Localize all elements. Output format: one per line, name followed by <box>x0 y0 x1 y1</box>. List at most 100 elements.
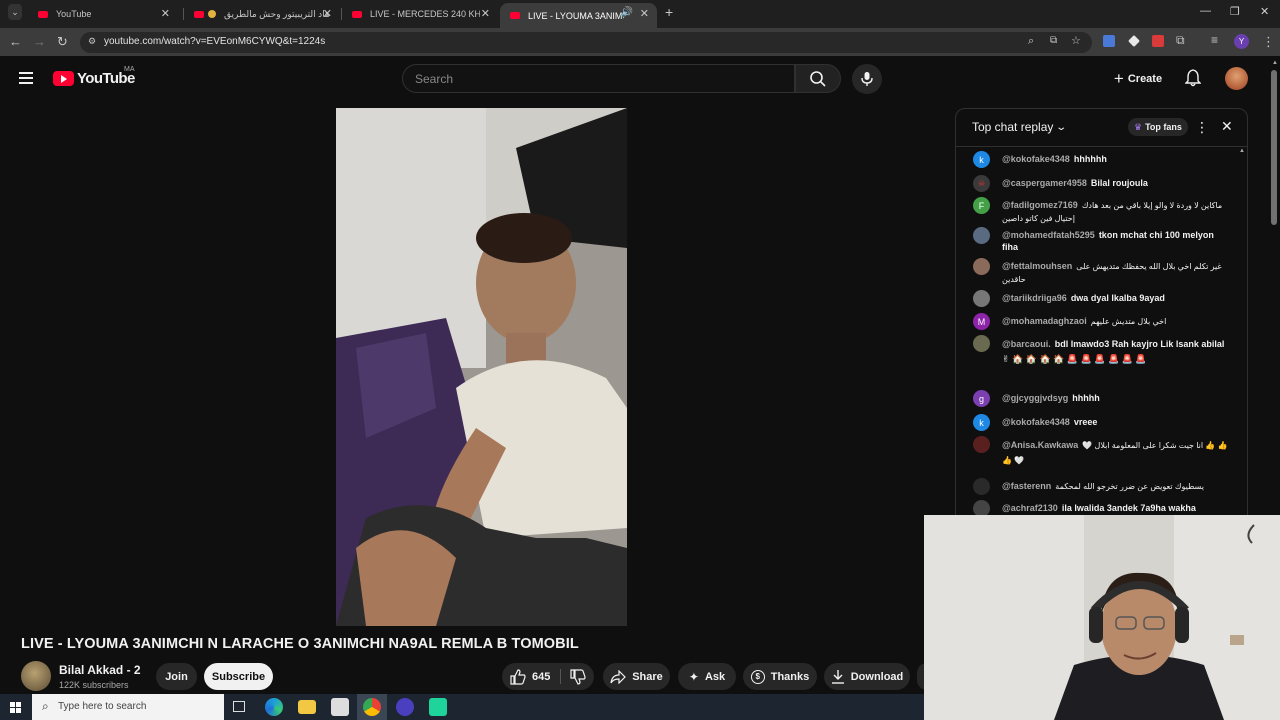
tab-close-icon[interactable]: ✕ <box>323 7 332 20</box>
author-name[interactable]: @gjcyggjvdsyg <box>1002 393 1068 403</box>
tab-close-icon[interactable]: ✕ <box>481 7 490 20</box>
like-button[interactable]: 645 <box>510 668 550 685</box>
video-player[interactable] <box>336 108 627 626</box>
create-button[interactable]: + Create <box>1102 65 1174 92</box>
windows-taskbar: ⌕ Type here to search <box>0 694 924 720</box>
author-name[interactable]: @fettalmouhsen <box>1002 261 1072 271</box>
task-view-icon[interactable] <box>233 701 245 712</box>
notifications-bell-icon[interactable] <box>1184 69 1202 92</box>
speaker-icon[interactable]: 🔊 <box>621 7 633 18</box>
edge-app-icon[interactable] <box>265 698 283 716</box>
tab-search-icon[interactable]: ⌄ <box>8 4 22 20</box>
chat-close-icon[interactable]: ✕ <box>1221 118 1233 135</box>
author-name[interactable]: @barcaoui. <box>1002 339 1051 349</box>
author-avatar[interactable]: g <box>973 390 990 407</box>
page-scrollbar[interactable]: ▲ <box>1270 60 1278 230</box>
author-name[interactable]: @mohamadaghzaoi <box>1002 316 1087 326</box>
back-icon[interactable]: ← <box>9 34 22 49</box>
author-name[interactable]: @caspergamer4958 <box>1002 178 1087 188</box>
chat-title: Top chat replay <box>972 120 1054 134</box>
author-name[interactable]: @tariikdriiga96 <box>1002 293 1067 303</box>
download-button[interactable]: Download <box>824 663 910 690</box>
author-avatar[interactable]: k <box>973 151 990 168</box>
search-button[interactable] <box>795 64 841 93</box>
chat-scroll-up-icon[interactable]: ▲ <box>1239 148 1245 154</box>
author-avatar[interactable] <box>973 227 990 244</box>
extension-diamond-icon[interactable] <box>1128 35 1140 47</box>
author-avatar[interactable]: ☠ <box>973 175 990 192</box>
message-text: Bilal roujoula <box>1090 178 1148 188</box>
tab-title: LIVE - LYOUMA 3ANIMCHI N <box>528 10 624 21</box>
chrome-app-icon[interactable] <box>363 698 381 716</box>
windows-start-icon[interactable] <box>10 702 21 713</box>
forward-icon[interactable]: → <box>33 34 46 49</box>
zoom-icon[interactable]: ⌕ <box>1028 35 1034 48</box>
tab-video-active[interactable]: LIVE - LYOUMA 3ANIMCHI N 🔊 ✕ <box>500 3 657 28</box>
obs-app-icon[interactable] <box>396 698 414 716</box>
youtube-favicon-icon <box>194 10 204 18</box>
author-avatar[interactable] <box>973 258 990 275</box>
author-name[interactable]: @fadilgomez7169 <box>1002 200 1078 210</box>
chat-mode-dropdown[interactable]: Top chat replay ⌄ <box>972 120 1067 134</box>
author-name[interactable]: @kokofake4348 <box>1002 417 1070 427</box>
join-button[interactable]: Join <box>156 663 197 690</box>
microsoft-store-icon[interactable] <box>331 698 349 716</box>
author-name[interactable]: @mohamedfatah5295 <box>1002 230 1095 240</box>
emoji-favicon-icon <box>208 10 216 18</box>
bookmark-star-icon[interactable]: ☆ <box>1071 34 1081 47</box>
reading-list-icon[interactable]: ≡ <box>1211 33 1218 47</box>
browser-menu-icon[interactable]: ⋮ <box>1262 34 1275 50</box>
author-avatar[interactable]: M <box>973 313 990 330</box>
voice-search-button[interactable] <box>852 64 882 94</box>
author-avatar[interactable] <box>973 290 990 307</box>
window-close-icon[interactable]: ✕ <box>1260 5 1269 18</box>
channel-name[interactable]: Bilal Akkad - 2 <box>59 663 141 677</box>
extensions-puzzle-icon[interactable]: ⧉ <box>1176 33 1185 48</box>
minimize-icon[interactable]: — <box>1200 5 1211 17</box>
ask-button[interactable]: ✦ Ask <box>678 663 736 690</box>
restore-icon[interactable]: ❐ <box>1230 5 1240 18</box>
author-avatar[interactable] <box>973 335 990 352</box>
site-info-icon[interactable]: ⚙ <box>88 36 96 47</box>
share-button[interactable]: Share <box>603 663 670 690</box>
search-input[interactable]: Search <box>402 64 795 93</box>
address-bar[interactable]: ⚙ youtube.com/watch?v=EVEonM6CYWQ&t=1224… <box>80 32 1092 53</box>
youtube-favicon-icon <box>510 12 520 19</box>
subscribe-button[interactable]: Subscribe <box>204 663 273 690</box>
author-avatar[interactable]: k <box>973 414 990 431</box>
message-text: dwa dyal lkalba 9ayad <box>1070 293 1165 303</box>
author-name[interactable]: @achraf2130 <box>1002 503 1058 513</box>
account-avatar[interactable] <box>1225 67 1248 90</box>
file-explorer-icon[interactable] <box>298 700 316 714</box>
chat-message: k @kokofake4348 hhhhhh <box>973 151 1223 168</box>
tab-youtube[interactable]: YouTube ✕ <box>28 3 178 25</box>
new-tab-icon[interactable]: + <box>665 4 673 20</box>
top-fans-button[interactable]: ♛ Top fans <box>1128 118 1188 136</box>
author-avatar[interactable] <box>973 478 990 495</box>
video-title: LIVE - LYOUMA 3ANIMCHI N LARACHE O 3ANIM… <box>21 636 579 652</box>
thumbs-down-icon[interactable] <box>570 669 586 685</box>
author-name[interactable]: @fasterenn <box>1002 481 1051 491</box>
taskbar-search-box[interactable]: ⌕ Type here to search <box>32 694 224 720</box>
thanks-button[interactable]: $ Thanks <box>743 663 817 690</box>
extension-red-icon[interactable] <box>1152 35 1164 47</box>
channel-avatar[interactable] <box>21 661 51 691</box>
translate-extension-icon[interactable] <box>1103 35 1115 47</box>
chat-more-icon[interactable]: ⋮ <box>1195 119 1209 136</box>
profile-avatar[interactable]: Y <box>1234 34 1249 49</box>
youtube-logo[interactable]: YouTube <box>53 70 135 87</box>
author-avatar[interactable]: F <box>973 197 990 214</box>
author-name[interactable]: @Anisa.Kawkawa <box>1002 440 1078 450</box>
tab-video-2[interactable]: هاد التريبيتور وحش مالطريق ✕ <box>184 3 340 25</box>
tab-video-3[interactable]: LIVE - MERCEDES 240 KHADAM ✕ <box>342 3 498 25</box>
author-name[interactable]: @kokofake4348 <box>1002 154 1070 164</box>
url-text[interactable]: youtube.com/watch?v=EVEonM6CYWQ&t=1224s <box>104 36 325 47</box>
tab-close-icon[interactable]: ✕ <box>161 7 170 20</box>
streaming-app-icon[interactable] <box>429 698 447 716</box>
hamburger-menu-icon[interactable] <box>19 72 33 84</box>
tab-close-icon[interactable]: ✕ <box>640 7 649 20</box>
cast-icon[interactable]: ⧉ <box>1050 35 1057 46</box>
author-avatar[interactable] <box>973 436 990 453</box>
reload-icon[interactable]: ↻ <box>57 34 68 50</box>
share-arrow-icon <box>610 669 627 684</box>
